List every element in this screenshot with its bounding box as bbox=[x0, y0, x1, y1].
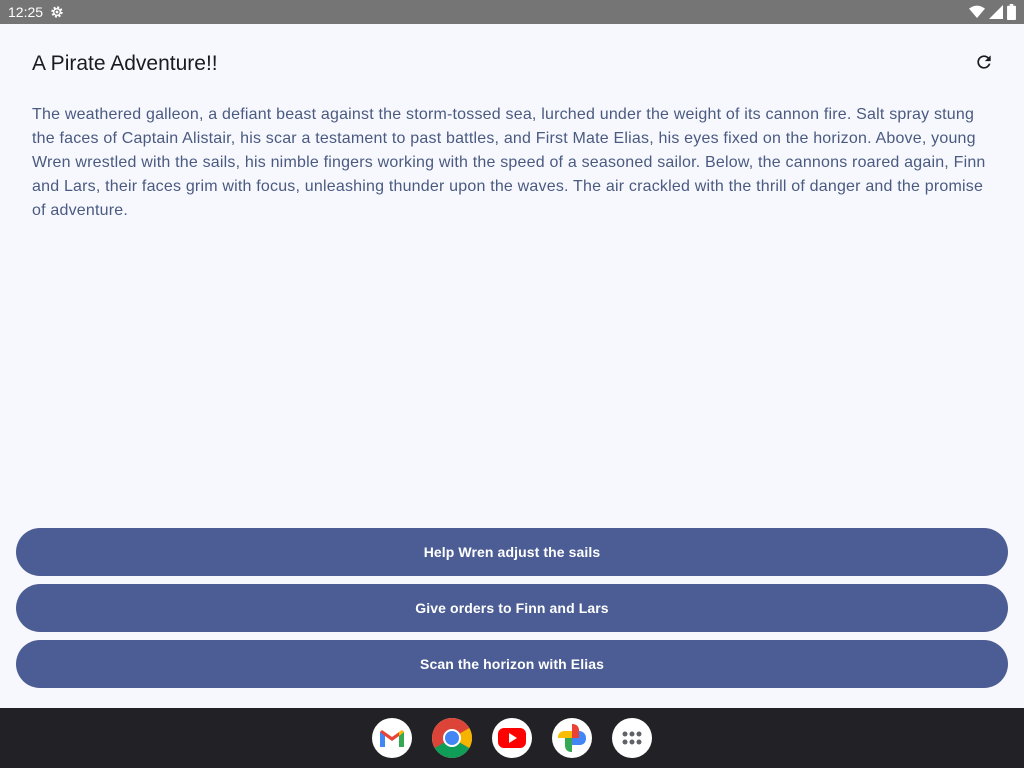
status-left: 12:25 bbox=[8, 4, 65, 20]
app-drawer-icon[interactable] bbox=[612, 718, 652, 758]
signal-icon bbox=[989, 5, 1003, 19]
status-time: 12:25 bbox=[8, 4, 44, 20]
youtube-icon[interactable] bbox=[492, 718, 532, 758]
chrome-icon[interactable] bbox=[432, 718, 472, 758]
wifi-icon bbox=[969, 5, 985, 19]
choices-list: Help Wren adjust the sails Give orders t… bbox=[16, 528, 1008, 688]
refresh-button[interactable] bbox=[968, 48, 1000, 80]
status-bar: 12:25 bbox=[0, 0, 1024, 24]
gmail-icon[interactable] bbox=[372, 718, 412, 758]
taskbar bbox=[0, 708, 1024, 768]
battery-icon bbox=[1007, 4, 1016, 20]
settings-icon bbox=[49, 4, 65, 20]
choice-button-orders[interactable]: Give orders to Finn and Lars bbox=[16, 584, 1008, 632]
photos-icon[interactable] bbox=[552, 718, 592, 758]
page-title: A Pirate Adventure!! bbox=[32, 52, 218, 75]
status-right bbox=[969, 4, 1016, 20]
app-header: A Pirate Adventure!! bbox=[32, 48, 992, 80]
story-text: The weathered galleon, a defiant beast a… bbox=[32, 106, 986, 219]
choice-button-sails[interactable]: Help Wren adjust the sails bbox=[16, 528, 1008, 576]
choice-button-horizon[interactable]: Scan the horizon with Elias bbox=[16, 640, 1008, 688]
refresh-icon bbox=[974, 52, 994, 77]
